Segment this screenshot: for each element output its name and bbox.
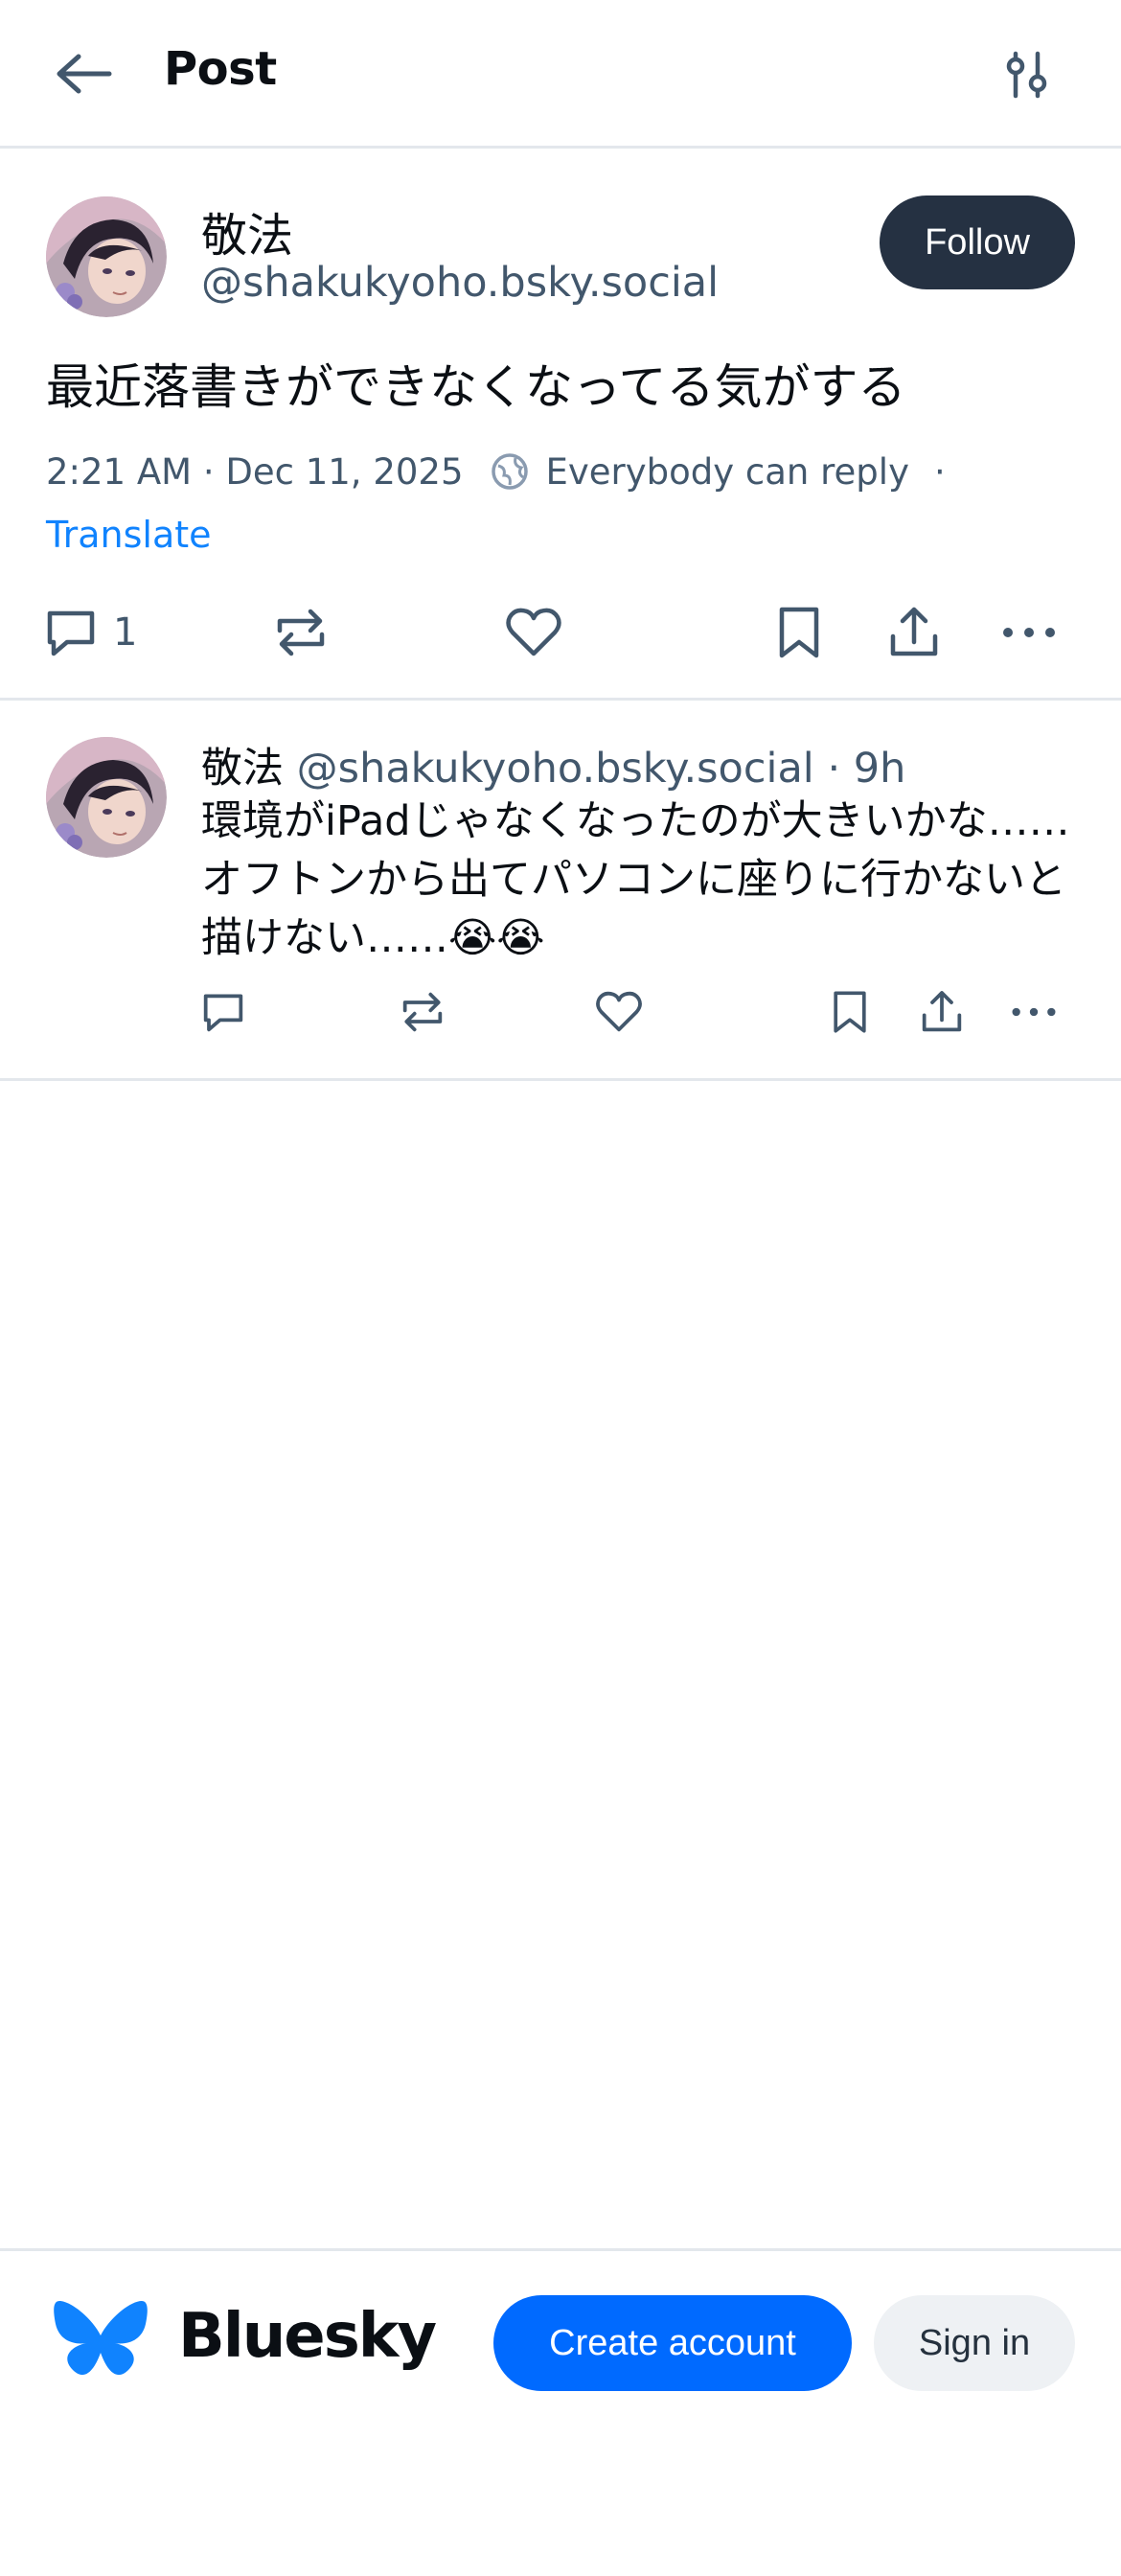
share-button[interactable] [885, 594, 943, 671]
repost-button[interactable] [272, 594, 330, 671]
post-meta: 2:21 AM · Dec 11, 2025 Everybody can rep… [46, 447, 946, 496]
sign-in-button[interactable]: Sign in [874, 2295, 1075, 2391]
author-name[interactable]: 敬法 [201, 197, 293, 264]
bookmark-icon [834, 991, 866, 1033]
meta-separator: · [933, 450, 946, 493]
like-button[interactable] [504, 594, 563, 671]
reply-actions [0, 978, 1121, 1046]
post-actions: 1 [0, 594, 1121, 671]
thread-settings-button[interactable] [1002, 50, 1052, 100]
reply-header: 敬法 @shakukyoho.bsky.social · 9h [201, 735, 905, 794]
back-button[interactable] [56, 48, 123, 100]
avatar[interactable] [46, 196, 167, 317]
top-bar: Post [0, 0, 1121, 149]
post-text: 最近落書きができなくなってる気がする [46, 359, 906, 415]
reply-more-options-button[interactable] [1010, 978, 1058, 1046]
repost-icon [277, 609, 325, 656]
main-post: 敬法 @shakukyoho.bsky.social Follow 最近落書きが… [0, 151, 1121, 701]
reply-text: 環境がiPadじゃなくなったのが大きいかな……オフトンから出てパソコンに座りに行… [201, 797, 1070, 962]
bluesky-butterfly-icon [52, 2297, 149, 2385]
reply-setting[interactable]: Everybody can reply [546, 451, 909, 493]
globe-icon [491, 453, 528, 490]
brand-wordmark: Bluesky [178, 2301, 437, 2372]
repost-icon [402, 992, 443, 1032]
reply-author-handle[interactable]: @shakukyoho.bsky.social [297, 745, 814, 793]
signup-footer: Bluesky Create account Sign in [0, 2248, 1121, 2576]
reply-icon [47, 610, 95, 656]
reply-repost-button[interactable] [399, 978, 446, 1046]
share-icon [890, 607, 938, 656]
create-account-button[interactable]: Create account [493, 2295, 852, 2391]
translate-link[interactable]: Translate [46, 514, 212, 556]
share-icon [922, 991, 962, 1032]
heart-icon [596, 991, 642, 1032]
heart-icon [506, 608, 561, 656]
follow-button[interactable]: Follow [880, 196, 1075, 289]
reply-post[interactable]: 敬法 @shakukyoho.bsky.social · 9h 環境がiPadじ… [0, 701, 1121, 1081]
more-options-button[interactable] [1000, 594, 1058, 671]
reply-bookmark-button[interactable] [828, 978, 872, 1046]
reply-button[interactable]: 1 [42, 594, 137, 671]
reply-reply-button[interactable] [199, 978, 247, 1046]
bookmark-button[interactable] [772, 594, 826, 671]
page-title: Post [164, 42, 277, 96]
post-timestamp[interactable]: 2:21 AM · Dec 11, 2025 [46, 451, 464, 493]
reply-count: 1 [113, 610, 138, 655]
ellipsis-icon [1012, 1007, 1056, 1017]
reply-avatar[interactable] [46, 737, 167, 858]
reply-age: · 9h [827, 745, 906, 793]
reply-icon [203, 994, 243, 1032]
author-handle[interactable]: @shakukyoho.bsky.social [201, 259, 719, 307]
reply-share-button[interactable] [918, 978, 966, 1046]
reply-author-name[interactable]: 敬法 [201, 745, 284, 793]
arrow-left-icon [57, 54, 112, 94]
bookmark-icon [779, 607, 819, 658]
reply-like-button[interactable] [594, 978, 644, 1046]
sliders-icon [1006, 51, 1047, 99]
ellipsis-icon [1003, 628, 1055, 637]
